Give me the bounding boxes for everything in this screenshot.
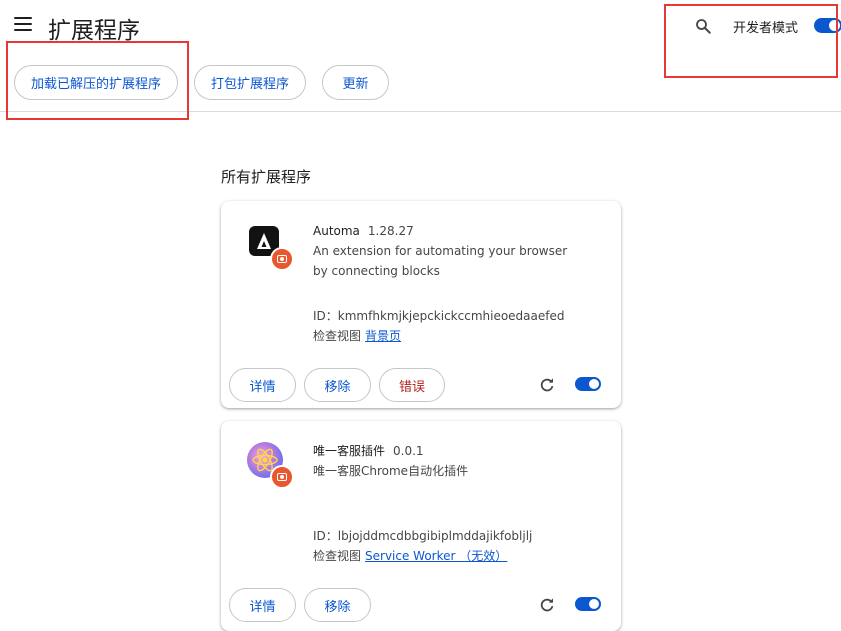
inspect-views-label: 检查视图 xyxy=(313,549,362,563)
highlight-box xyxy=(664,4,838,78)
extension-version: 0.0.1 xyxy=(393,444,424,458)
extension-description: An extension for automating your browser… xyxy=(313,244,568,278)
toolbar-divider xyxy=(0,111,841,112)
developer-mode-toggle[interactable] xyxy=(814,18,841,33)
load-unpacked-button[interactable]: 加载已解压的扩展程序 xyxy=(14,65,178,100)
record-badge-icon xyxy=(270,247,294,271)
extension-id: ID：lbjojddmcdbbgibiplmddajikfobljlj xyxy=(313,529,533,543)
reload-icon[interactable] xyxy=(538,376,556,394)
extension-version: 1.28.27 xyxy=(367,224,414,238)
menu-icon[interactable] xyxy=(14,17,32,33)
record-badge-icon xyxy=(270,465,294,489)
reload-icon[interactable] xyxy=(538,596,556,614)
background-page-link[interactable]: 背景页 xyxy=(365,329,401,343)
section-heading: 所有扩展程序 xyxy=(221,168,312,186)
inspect-views-label: 检查视图 xyxy=(313,329,362,343)
details-button[interactable]: 详情 xyxy=(229,368,296,402)
remove-button[interactable]: 移除 xyxy=(304,588,371,622)
extension-id: ID：kmmfhkmjkjepckickccmhieoedaaefed xyxy=(313,309,565,323)
extension-name: 唯一客服插件 xyxy=(313,444,386,458)
extension-name: Automa xyxy=(313,224,360,238)
extension-description: 唯一客服Chrome自动化插件 xyxy=(313,464,469,478)
details-button[interactable]: 详情 xyxy=(229,588,296,622)
page-title: 扩展程序 xyxy=(48,18,140,44)
extension-card: 唯一客服插件 0.0.1 唯一客服Chrome自动化插件 ID：lbjojddmc… xyxy=(221,421,621,631)
inspect-views: 检查视图 Service Worker （无效） xyxy=(313,547,507,564)
atom-orb-icon xyxy=(247,442,295,490)
service-worker-link[interactable]: Service Worker （无效） xyxy=(365,549,507,563)
errors-button[interactable]: 错误 xyxy=(379,368,445,402)
automa-icon xyxy=(249,226,294,271)
update-button[interactable]: 更新 xyxy=(322,65,389,100)
pack-extension-button[interactable]: 打包扩展程序 xyxy=(194,65,306,100)
remove-button[interactable]: 移除 xyxy=(304,368,371,402)
extension-enable-toggle[interactable] xyxy=(575,377,601,391)
search-icon[interactable] xyxy=(694,17,712,35)
inspect-views: 检查视图 背景页 xyxy=(313,327,401,344)
developer-mode-label: 开发者模式 xyxy=(733,21,799,36)
extension-enable-toggle[interactable] xyxy=(575,597,601,611)
extension-card: Automa 1.28.27 An extension for automatin… xyxy=(221,201,621,408)
